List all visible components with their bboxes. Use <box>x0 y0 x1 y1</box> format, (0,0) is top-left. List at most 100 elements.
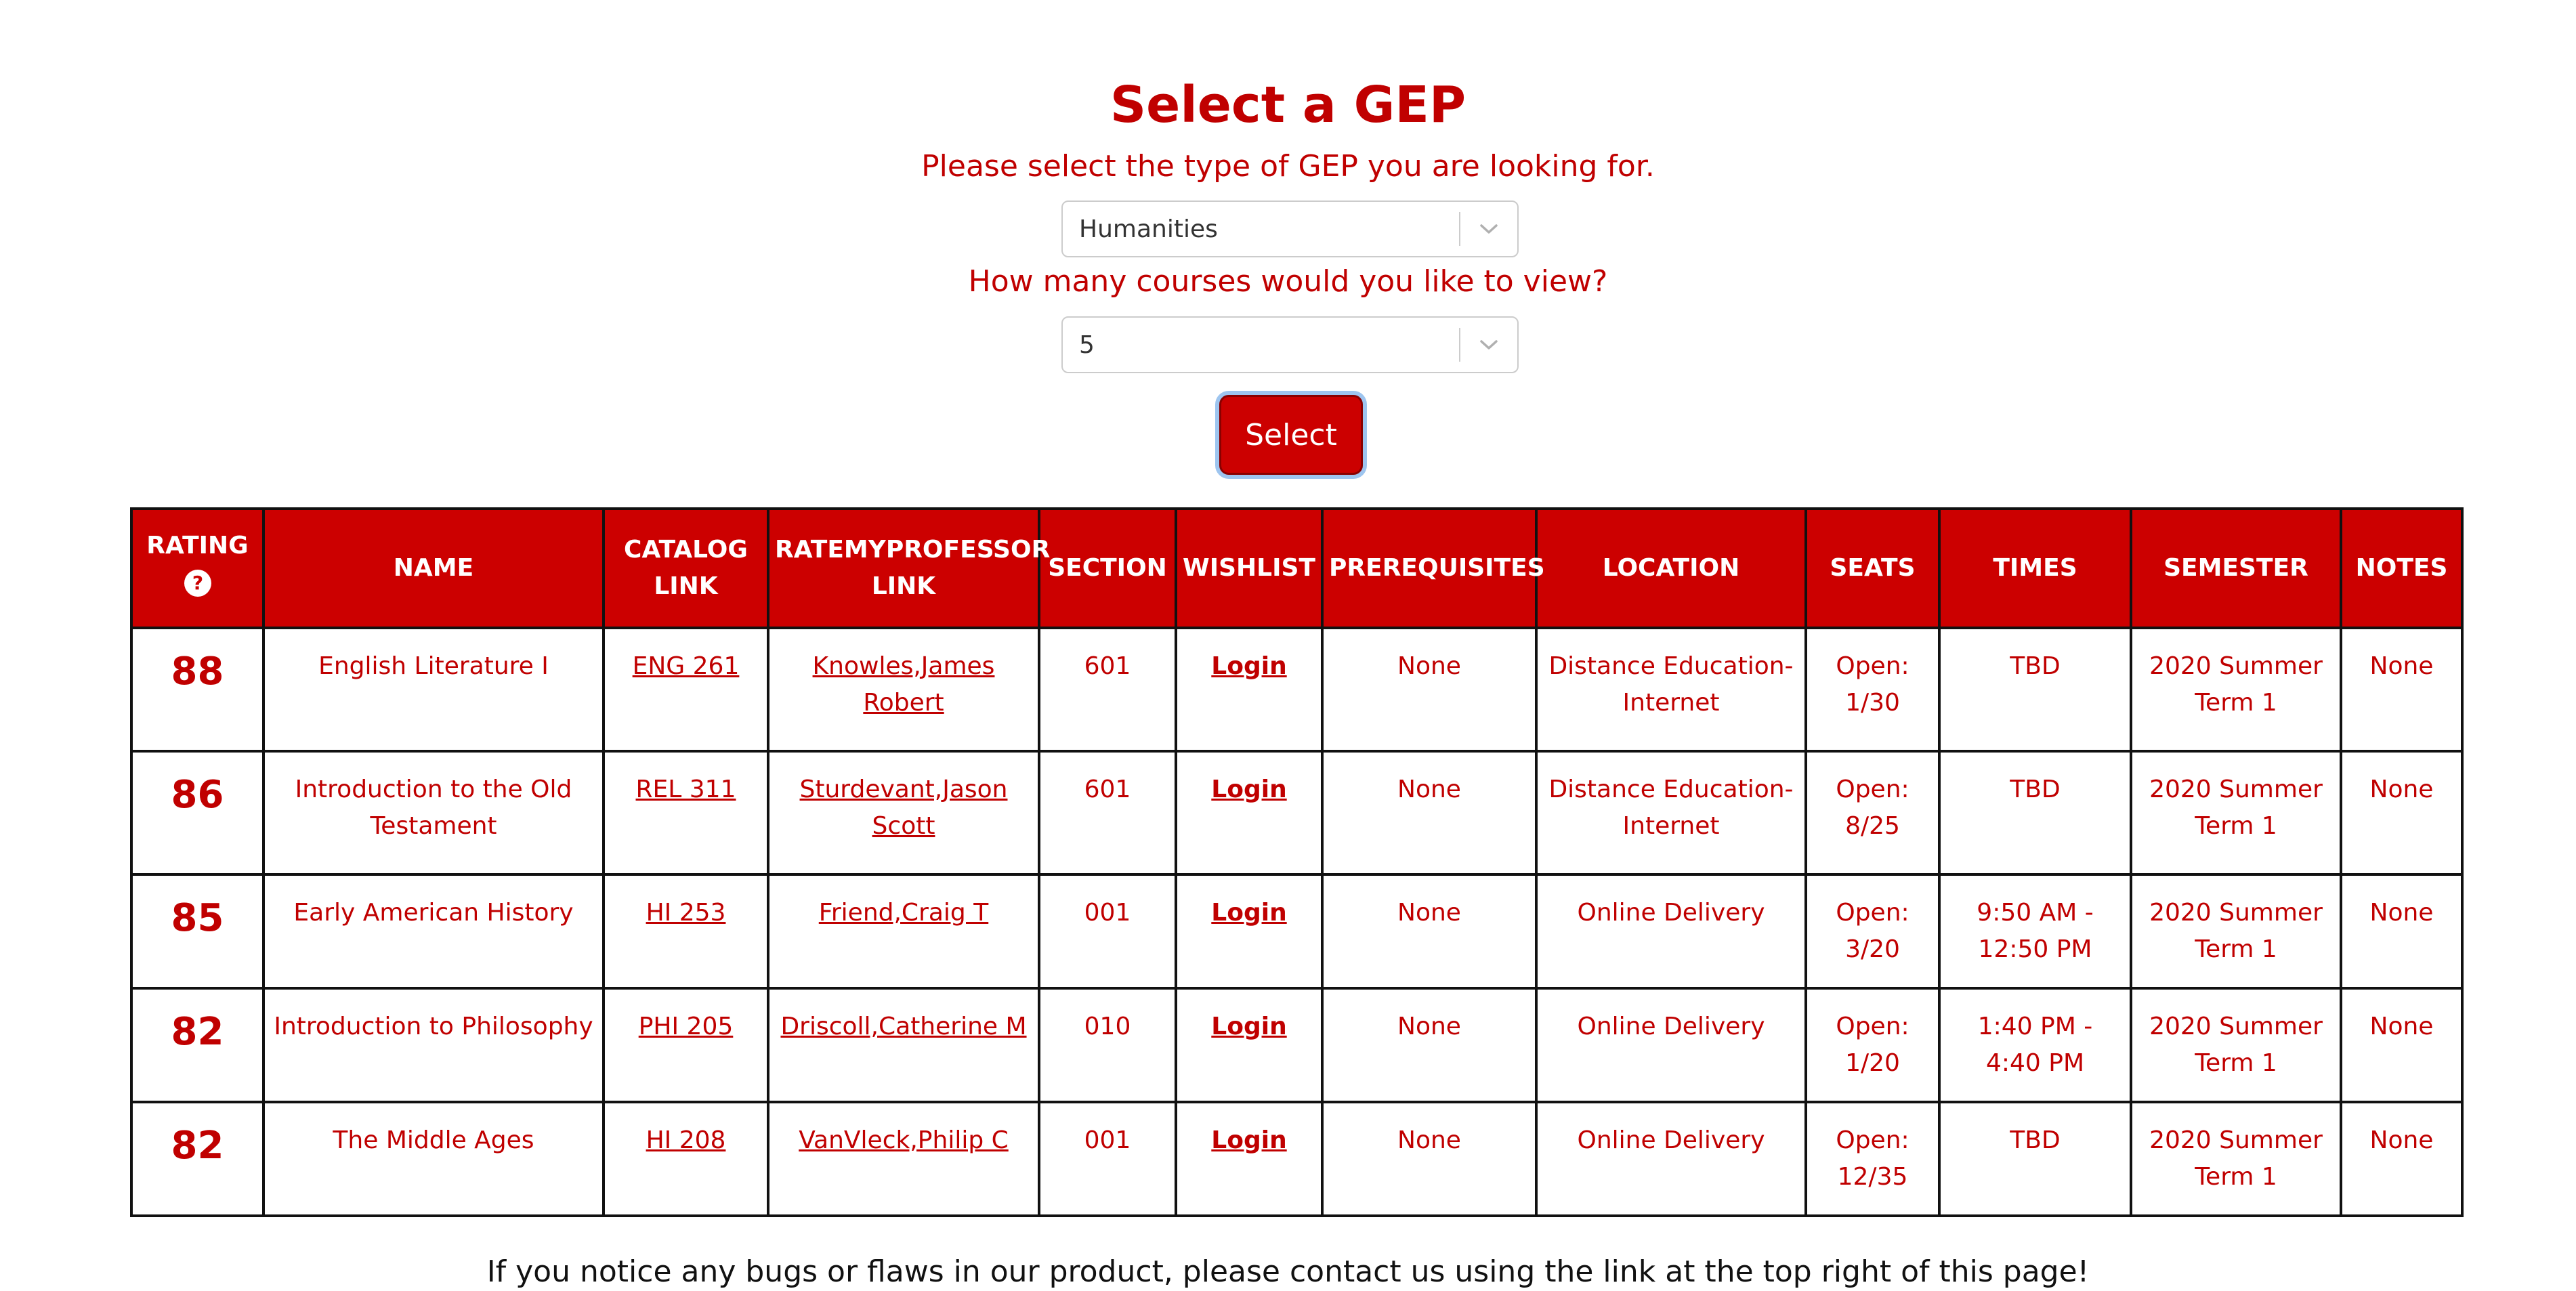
wishlist-login-link[interactable]: Login <box>1211 1126 1286 1154</box>
location-cell: Online Delivery <box>1535 1101 1807 1217</box>
courses-table: RATING ? NAME CATALOG LINK RATEMYPROFESS… <box>130 507 2464 1217</box>
prerequisites-cell: None <box>1321 1101 1538 1217</box>
semester-cell: 2020 Summer Term 1 <box>2130 1101 2342 1217</box>
notes-cell: None <box>2340 873 2464 990</box>
section-cell: 601 <box>1038 750 1177 876</box>
svg-text:?: ? <box>192 572 203 594</box>
question-circle-icon[interactable]: ? <box>183 568 213 609</box>
section-cell: 601 <box>1038 627 1177 753</box>
gep-type-select[interactable]: Humanities <box>1061 200 1519 257</box>
catalog-link[interactable]: PHI 205 <box>639 1013 734 1040</box>
notes-cell: None <box>2340 627 2464 753</box>
gep-type-prompt: Please select the type of GEP you are lo… <box>921 149 1655 184</box>
course-name-cell: Introduction to Philosophy <box>262 987 605 1103</box>
rating-cell: 82 <box>130 1101 265 1217</box>
table-row: 88 English Literature I ENG 261 Knowles,… <box>130 627 2464 753</box>
catalog-link[interactable]: HI 208 <box>646 1126 726 1154</box>
course-name-cell: The Middle Ages <box>262 1101 605 1217</box>
feedback-footer: If you notice any bugs or flaws in our p… <box>486 1254 2090 1289</box>
table-header-row: RATING ? NAME CATALOG LINK RATEMYPROFESS… <box>130 507 2464 629</box>
header-semester: SEMESTER <box>2130 507 2342 629</box>
prerequisites-cell: None <box>1321 750 1538 876</box>
section-cell: 001 <box>1038 873 1177 990</box>
professor-link[interactable]: Driscoll,Catherine M <box>780 1013 1026 1040</box>
catalog-cell: HI 253 <box>602 873 769 990</box>
times-cell: 9:50 AM - 12:50 PM <box>1938 873 2132 990</box>
wishlist-cell: Login <box>1175 750 1324 876</box>
prerequisites-cell: None <box>1321 987 1538 1103</box>
semester-cell: 2020 Summer Term 1 <box>2130 750 2342 876</box>
header-notes: NOTES <box>2340 507 2464 629</box>
header-location: LOCATION <box>1535 507 1807 629</box>
wishlist-cell: Login <box>1175 873 1324 990</box>
professor-cell: Knowles,James Robert <box>767 627 1040 753</box>
notes-cell: None <box>2340 987 2464 1103</box>
wishlist-login-link[interactable]: Login <box>1211 776 1286 803</box>
course-name-cell: English Literature I <box>262 627 605 753</box>
rating-cell: 86 <box>130 750 265 876</box>
location-cell: Online Delivery <box>1535 987 1807 1103</box>
header-seats: SEATS <box>1804 507 1941 629</box>
times-cell: 1:40 PM - 4:40 PM <box>1938 987 2132 1103</box>
table-row: 85 Early American History HI 253 Friend,… <box>130 873 2464 990</box>
course-count-select[interactable]: 5 <box>1061 316 1519 373</box>
course-name-cell: Introduction to the Old Testament <box>262 750 605 876</box>
page-title: Select a GEP <box>1110 76 1466 134</box>
prerequisites-cell: None <box>1321 873 1538 990</box>
wishlist-login-link[interactable]: Login <box>1211 1013 1286 1040</box>
header-catalog-link: CATALOG LINK <box>602 507 769 629</box>
location-cell: Distance Education-Internet <box>1535 627 1807 753</box>
rating-cell: 82 <box>130 987 265 1103</box>
times-cell: TBD <box>1938 1101 2132 1217</box>
wishlist-login-link[interactable]: Login <box>1211 652 1286 680</box>
header-wishlist: WISHLIST <box>1175 507 1324 629</box>
catalog-cell: ENG 261 <box>602 627 769 753</box>
professor-cell: Friend,Craig T <box>767 873 1040 990</box>
professor-link[interactable]: VanVleck,Philip C <box>799 1126 1009 1154</box>
professor-link[interactable]: Sturdevant,Jason Scott <box>800 776 1008 840</box>
course-count-prompt: How many courses would you like to view? <box>968 264 1608 299</box>
wishlist-cell: Login <box>1175 627 1324 753</box>
header-ratemyprofessor-link: RATEMYPROFESSOR LINK <box>767 507 1050 629</box>
professor-cell: Driscoll,Catherine M <box>767 987 1040 1103</box>
professor-link[interactable]: Knowles,James Robert <box>813 652 995 717</box>
wishlist-cell: Login <box>1175 1101 1324 1217</box>
semester-cell: 2020 Summer Term 1 <box>2130 873 2342 990</box>
table-row: 82 The Middle Ages HI 208 VanVleck,Phili… <box>130 1101 2464 1217</box>
section-cell: 001 <box>1038 1101 1177 1217</box>
seats-cell: Open: 12/35 <box>1804 1101 1941 1217</box>
times-cell: TBD <box>1938 627 2132 753</box>
table-row: 82 Introduction to Philosophy PHI 205 Dr… <box>130 987 2464 1103</box>
seats-cell: Open: 3/20 <box>1804 873 1941 990</box>
location-cell: Online Delivery <box>1535 873 1807 990</box>
catalog-cell: PHI 205 <box>602 987 769 1103</box>
professor-link[interactable]: Friend,Craig T <box>819 899 988 927</box>
table-row: 86 Introduction to the Old Testament REL… <box>130 750 2464 876</box>
gep-type-value: Humanities <box>1079 215 1218 243</box>
location-cell: Distance Education-Internet <box>1535 750 1807 876</box>
semester-cell: 2020 Summer Term 1 <box>2130 627 2342 753</box>
prerequisites-cell: None <box>1321 627 1538 753</box>
times-cell: TBD <box>1938 750 2132 876</box>
seats-cell: Open: 8/25 <box>1804 750 1941 876</box>
catalog-link[interactable]: ENG 261 <box>633 652 740 680</box>
professor-cell: VanVleck,Philip C <box>767 1101 1040 1217</box>
catalog-link[interactable]: REL 311 <box>636 776 736 803</box>
chevron-down-icon[interactable] <box>1460 338 1517 352</box>
notes-cell: None <box>2340 1101 2464 1217</box>
chevron-down-icon[interactable] <box>1460 222 1517 236</box>
semester-cell: 2020 Summer Term 1 <box>2130 987 2342 1103</box>
rating-cell: 85 <box>130 873 265 990</box>
header-prerequisites: PREREQUISITES <box>1321 507 1545 629</box>
seats-cell: Open: 1/30 <box>1804 627 1941 753</box>
catalog-cell: HI 208 <box>602 1101 769 1217</box>
seats-cell: Open: 1/20 <box>1804 987 1941 1103</box>
notes-cell: None <box>2340 750 2464 876</box>
header-name: NAME <box>262 507 605 629</box>
select-button[interactable]: Select <box>1219 395 1363 475</box>
course-count-value: 5 <box>1079 331 1095 359</box>
wishlist-login-link[interactable]: Login <box>1211 899 1286 927</box>
professor-cell: Sturdevant,Jason Scott <box>767 750 1040 876</box>
header-rating-label: RATING <box>146 532 249 559</box>
catalog-link[interactable]: HI 253 <box>646 899 726 927</box>
